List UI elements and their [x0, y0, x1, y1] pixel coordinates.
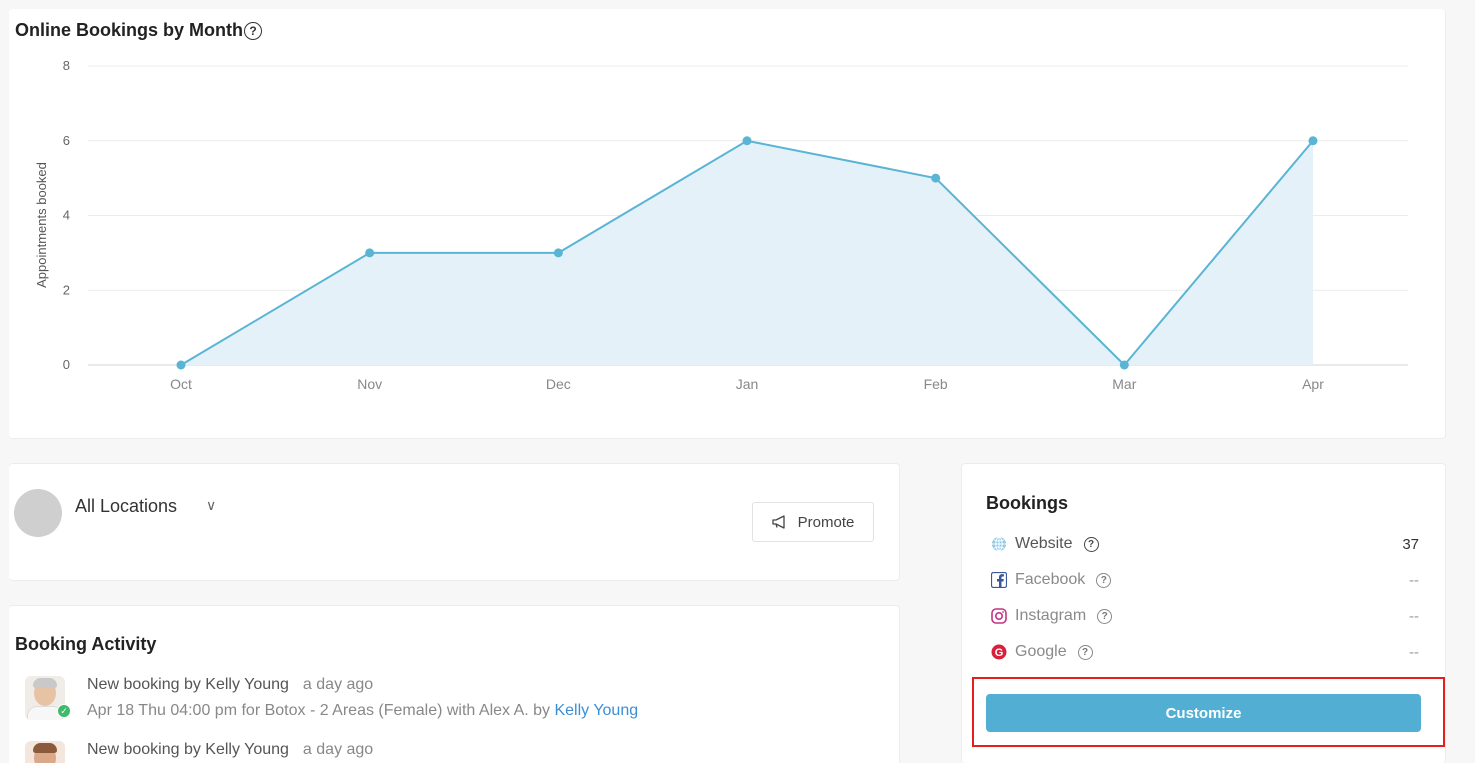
- x-tick-label: Oct: [170, 376, 192, 392]
- x-tick-label: Apr: [1302, 376, 1324, 392]
- source-row-website: Website ? 37: [991, 533, 1419, 555]
- activity-user-link[interactable]: Kelly Young: [554, 702, 638, 719]
- activity-detail: Apr 18 Thu 04:00 pm for Botox - 2 Areas …: [87, 702, 555, 719]
- source-label: Facebook: [1015, 571, 1086, 588]
- data-point-feb[interactable]: [931, 173, 941, 183]
- question-circle-icon[interactable]: ?: [1096, 572, 1112, 588]
- megaphone-icon: [771, 515, 785, 529]
- data-point-jan[interactable]: [742, 136, 752, 146]
- check-icon: ✓: [57, 704, 71, 718]
- source-label: Google: [1015, 643, 1067, 660]
- question-circle-icon[interactable]: ?: [244, 21, 262, 40]
- promote-label: Promote: [797, 513, 855, 531]
- chart-title-text: Online Bookings by Month: [15, 20, 243, 40]
- google-icon: G: [991, 644, 1007, 660]
- bookings-title: Bookings: [986, 493, 1069, 513]
- globe-icon: [991, 536, 1007, 552]
- source-count: 37: [1402, 535, 1419, 553]
- y-tick-label: 2: [63, 282, 70, 297]
- activity-time: a day ago: [302, 741, 374, 758]
- bookings-area-chart: Oct Nov Dec Jan Feb Mar Apr 0 2 4 6 8 Appointments…: [34, 58, 1408, 392]
- x-tick-label: Mar: [1112, 376, 1136, 392]
- x-tick-label: Feb: [924, 376, 948, 392]
- y-tick-label: 6: [63, 133, 70, 148]
- facebook-icon: [991, 572, 1007, 588]
- question-circle-icon[interactable]: ?: [1083, 536, 1099, 552]
- y-axis-label: Appointments booked: [34, 162, 49, 288]
- question-circle-icon[interactable]: ?: [1077, 644, 1093, 660]
- customize-button[interactable]: Customize: [986, 694, 1421, 732]
- location-selector[interactable]: All Locations: [75, 496, 177, 517]
- x-tick-label: Nov: [357, 376, 382, 392]
- booking-activity-title: Booking Activity: [15, 634, 157, 654]
- question-circle-icon[interactable]: ?: [1097, 608, 1113, 624]
- chevron-down-icon[interactable]: ∨: [206, 497, 216, 514]
- y-tick-label: 0: [63, 357, 70, 372]
- location-card: All Locations ∨ Promote: [9, 463, 900, 581]
- data-point-nov[interactable]: [365, 248, 375, 258]
- source-row-google: G Google ? --: [991, 641, 1419, 663]
- data-point-dec[interactable]: [553, 248, 563, 258]
- promote-button[interactable]: Promote: [752, 502, 874, 542]
- svg-text:G: G: [995, 647, 1004, 659]
- chart-title: Online Bookings by Month ?: [15, 20, 262, 41]
- page-frame: Oct Nov Dec Jan Feb Mar Apr 0 2 4 6 8 Appointments…: [0, 0, 1475, 763]
- area-fill: [181, 140, 1313, 365]
- source-label: Website: [1015, 535, 1073, 552]
- x-tick-label: Dec: [546, 376, 571, 392]
- online-bookings-chart-card: Oct Nov Dec Jan Feb Mar Apr 0 2 4 6 8 Appointments…: [9, 9, 1446, 439]
- source-row-instagram: Instagram ? --: [991, 605, 1419, 627]
- avatar: [25, 741, 65, 763]
- activity-time: a day ago: [302, 676, 374, 693]
- source-count: --: [1409, 643, 1419, 661]
- activity-title-text: New booking by Kelly Young: [87, 741, 289, 758]
- data-point-oct[interactable]: [176, 360, 186, 370]
- x-tick-label: Jan: [736, 376, 759, 392]
- location-avatar: [14, 489, 62, 537]
- activity-title-text: New booking by Kelly Young: [87, 676, 289, 693]
- source-row-facebook: Facebook ? --: [991, 569, 1419, 591]
- source-count: --: [1409, 571, 1419, 589]
- booking-activity-card: Booking Activity ✓ New booking by Kelly …: [9, 605, 900, 763]
- source-count: --: [1409, 607, 1419, 625]
- data-point-apr[interactable]: [1308, 136, 1318, 146]
- source-label: Instagram: [1015, 607, 1087, 624]
- y-tick-label: 8: [63, 58, 70, 73]
- data-point-mar[interactable]: [1119, 360, 1129, 370]
- y-tick-label: 4: [63, 208, 70, 223]
- instagram-icon: [991, 608, 1007, 624]
